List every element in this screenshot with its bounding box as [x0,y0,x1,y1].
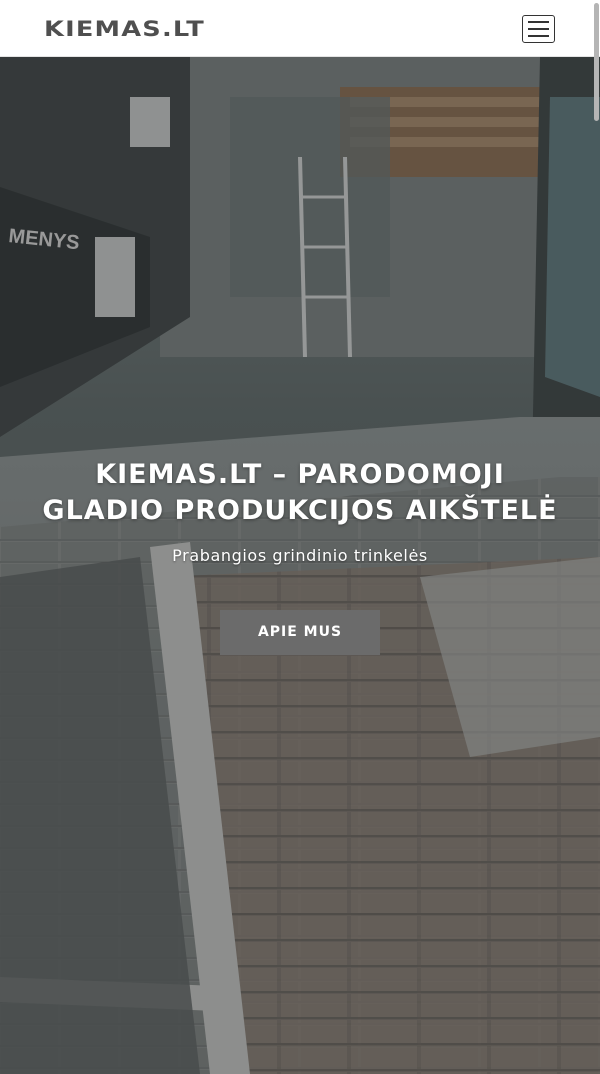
hamburger-menu-button[interactable] [522,15,555,43]
scrollbar-thumb[interactable] [594,3,599,121]
hero-section: MENYS KIEMAS.LT – PARODOMOJI GLADIO PROD… [0,57,600,1074]
hero-title: KIEMAS.LT – PARODOMOJI GLADIO PRODUKCIJO… [42,459,558,526]
hamburger-menu-icon [528,21,549,23]
about-us-button[interactable]: APIE MUS [220,610,380,655]
site-logo[interactable]: KIEMAS.LT [44,15,205,43]
hero-subtitle: Prabangios grindinio trinkelės [172,546,428,565]
top-navbar: KIEMAS.LT [0,0,600,57]
hero-content: KIEMAS.LT – PARODOMOJI GLADIO PRODUKCIJO… [0,457,600,655]
page-scrollbar[interactable] [592,0,600,1074]
